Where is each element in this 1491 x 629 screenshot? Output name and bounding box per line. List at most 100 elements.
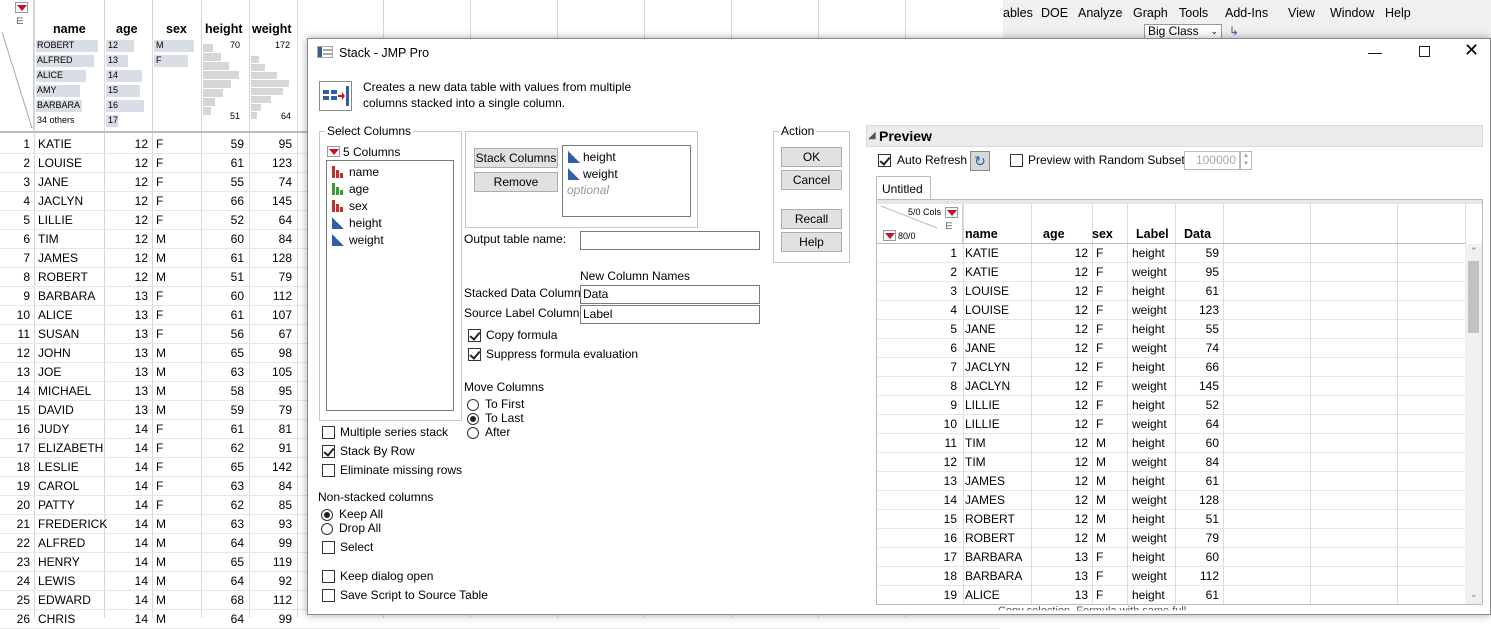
move-after-radio[interactable] [467,427,479,439]
stacked-columns-listbox[interactable]: height weight optional [562,145,691,217]
disclosure-icon[interactable]: ◢ [868,130,876,141]
preview-column-header-label[interactable]: Label [1136,227,1169,241]
cell-height: 56 [230,327,244,341]
scroll-thumb[interactable] [1468,261,1479,333]
preview-row[interactable]: 6 JANE 12 Fweight 74 [877,339,1467,358]
preview-row[interactable]: 4 LOUISE 12 Fweight 123 [877,301,1467,320]
column-header-sex[interactable]: sex [166,22,187,36]
preview-row[interactable]: 17 BARBARA 13 Fheight 60 [877,548,1467,567]
preview-row[interactable]: 13 JAMES 12 Mheight 61 [877,472,1467,491]
row-number: 8 [23,270,30,284]
menu-item-doe[interactable]: DOE [1041,6,1068,20]
preview-column-header-age[interactable]: age [1043,227,1065,241]
suppress-formula-checkbox[interactable] [468,348,481,361]
preview-column-header-name[interactable]: name [965,227,998,241]
table-link-icon[interactable]: ↳ [1229,24,1239,38]
preview-scrollbar[interactable]: ⌃ ⌄ [1465,244,1482,604]
menu-item-tools[interactable]: Tools [1179,6,1208,20]
column-list-item-age[interactable]: age [330,181,450,197]
preview-row[interactable]: 16 ROBERT 12 Mweight 79 [877,529,1467,548]
preview-row[interactable]: 5 JANE 12 Fheight 55 [877,320,1467,339]
source-label-column-input[interactable]: Label [580,305,760,324]
stacked-list-item-height[interactable]: height [566,149,686,165]
remove-button[interactable]: Remove [474,172,558,192]
cell-age: 13 [134,346,148,360]
menu-item-window[interactable]: Window [1330,6,1374,20]
menu-item-help[interactable]: Help [1385,6,1411,20]
refresh-icon[interactable]: ↻ [970,151,990,171]
preview-row[interactable]: 10 LILLIE 12 Fweight 64 [877,415,1467,434]
maximize-icon[interactable] [1419,46,1430,57]
table-selector-dropdown[interactable]: Big Class ⌄ [1144,24,1222,39]
menu-item-ables[interactable]: ables [1003,6,1033,20]
random-subset-checkbox[interactable] [1010,154,1023,167]
menu-item-view[interactable]: View [1288,6,1315,20]
auto-refresh-checkbox[interactable] [878,154,891,167]
preview-header[interactable]: ◢ Preview [866,125,1483,147]
columns-listbox[interactable]: name age sex height weight [326,160,454,411]
move-to-first-radio[interactable] [467,399,479,411]
column-list-item-weight[interactable]: weight [330,232,450,248]
ok-button[interactable]: OK [781,147,842,167]
drop-all-radio[interactable] [321,523,333,535]
cell-label: height [1132,588,1165,602]
column-header-name[interactable]: name [53,22,86,36]
scroll-up-icon[interactable]: ⌃ [1470,246,1478,257]
recall-button[interactable]: Recall [781,209,842,229]
minimize-icon[interactable]: — [1368,44,1382,60]
preview-row[interactable]: 12 TIM 12 Mweight 84 [877,453,1467,472]
source-label-column-label: Source Label Column [464,306,580,320]
save-script-checkbox[interactable] [322,589,335,602]
close-icon[interactable]: ✕ [1464,40,1479,61]
preview-row[interactable]: 7 JACLYN 12 Fheight 66 [877,358,1467,377]
height-histogram-bar [203,53,221,61]
column-header-age[interactable]: age [116,22,138,36]
stack-by-row-checkbox[interactable] [322,445,335,458]
help-button[interactable]: Help [781,232,842,252]
cell-label: weight [1132,417,1167,431]
cancel-button[interactable]: Cancel [781,170,842,190]
preview-row[interactable]: 9 LILLIE 12 Fheight 52 [877,396,1467,415]
stack-columns-button[interactable]: Stack Columns [474,148,558,168]
column-list-item-sex[interactable]: sex [330,198,450,214]
preview-row[interactable]: 1 KATIE 12 Fheight 59 [877,244,1467,263]
preview-row[interactable]: 15 ROBERT 12 Mheight 51 [877,510,1467,529]
menu-item-add-ins[interactable]: Add-Ins [1225,6,1268,20]
multiple-series-checkbox[interactable] [322,426,335,439]
grid-line [1397,339,1398,358]
grid-line [1310,415,1311,434]
grid-line [963,529,964,548]
preview-row[interactable]: 18 BARBARA 13 Fweight 112 [877,567,1467,586]
output-table-input[interactable] [580,231,760,250]
preview-row[interactable]: 3 LOUISE 12 Fheight 61 [877,282,1467,301]
keep-dialog-open-checkbox[interactable] [322,570,335,583]
tab-untitled[interactable]: Untitled [876,176,931,200]
preview-row[interactable]: 11 TIM 12 Mheight 60 [877,434,1467,453]
cell-name: TIM [38,232,59,246]
menu-item-analyze[interactable]: Analyze [1078,6,1122,20]
select-columns-icon[interactable]: ⋿ [16,16,24,27]
preview-row[interactable]: 19 ALICE 13 Fheight 61 [877,586,1467,604]
column-header-weight[interactable]: weight [252,22,292,36]
random-subset-spinner[interactable]: ▲ ▼ [1240,151,1252,170]
stacked-list-item-weight[interactable]: weight [566,166,686,182]
table-menu-red-triangle[interactable] [15,2,28,13]
menu-item-graph[interactable]: Graph [1133,6,1168,20]
preview-column-header-data[interactable]: Data [1184,227,1211,241]
eliminate-missing-checkbox[interactable] [322,464,335,477]
scroll-down-icon[interactable]: ⌄ [1470,589,1478,600]
random-subset-input[interactable]: 100000 [1184,151,1240,170]
column-list-item-name[interactable]: name [330,164,450,180]
preview-column-header-sex[interactable]: sex [1092,227,1113,241]
columns-menu-red-triangle[interactable] [327,146,340,157]
preview-row[interactable]: 8 JACLYN 12 Fweight 145 [877,377,1467,396]
column-list-item-height[interactable]: height [330,215,450,231]
stacked-data-column-input[interactable]: Data [580,285,760,304]
move-to-last-radio[interactable] [467,413,479,425]
preview-row[interactable]: 14 JAMES 12 Mweight 128 [877,491,1467,510]
column-header-height[interactable]: height [205,22,243,36]
copy-formula-checkbox[interactable] [468,329,481,342]
select-checkbox[interactable] [322,541,335,554]
keep-all-radio[interactable] [321,509,333,521]
preview-row[interactable]: 2 KATIE 12 Fweight 95 [877,263,1467,282]
